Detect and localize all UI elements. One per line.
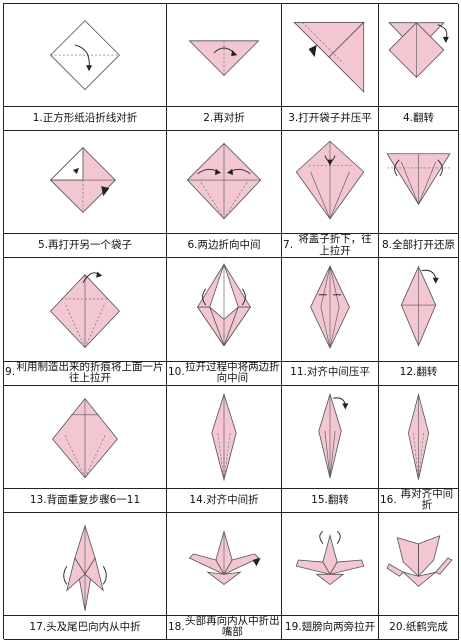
step-19-caption: 19. 翅膀向两旁拉开 <box>282 614 378 639</box>
step-2-caption: 2. 再对折 <box>167 106 281 130</box>
step-19-cell: 19. 翅膀向两旁拉开 <box>282 512 379 640</box>
step-8-caption: 8. 全部打开还原 <box>379 233 458 257</box>
step-20-caption: 20. 纸鹤完成 <box>379 614 458 639</box>
step-10-illustration <box>167 258 281 360</box>
step-1-cell: 1. 正方形纸沿折线对折 <box>4 4 167 132</box>
step-8-illustration <box>379 131 458 233</box>
step-3-caption: 3. 打开袋子并压平 <box>282 106 378 130</box>
instruction-grid: 1. 正方形纸沿折线对折 2. 再对折 3. 打开袋子并压平 4 . 翻转 5 … <box>3 3 459 640</box>
step-10-cell: 10. 拉开过程中将两边折向中间 <box>167 258 282 386</box>
step-18-cell: 18. 头部再向内从中折出嘴部 <box>167 512 282 640</box>
step-20-cell: 20. 纸鹤完成 <box>379 512 459 640</box>
step-8-cell: 8. 全部打开还原 <box>379 131 459 259</box>
step-16-illustration <box>379 386 458 488</box>
step-17-cell: 17. 头及尾巴向内从中折 <box>4 512 167 640</box>
step-14-caption: 14. 对齐中间折 <box>167 487 281 512</box>
step-2-illustration <box>167 4 281 106</box>
step-4-illustration <box>379 4 458 106</box>
step-6-caption: 6. 两边折向中间 <box>167 233 281 257</box>
step-1-illustration <box>4 4 166 106</box>
step-6-illustration <box>167 131 281 233</box>
step-11-cell: 11. 对齐中间压平 <box>282 258 379 386</box>
step-7-illustration <box>282 131 378 233</box>
step-19-illustration <box>282 513 378 615</box>
step-15-illustration <box>282 386 378 488</box>
step-18-illustration <box>167 513 281 615</box>
step-7-caption: 7. 将盖子折下，往上拉开 <box>282 233 378 257</box>
step-16-cell: 16. 再对齐中间折 <box>379 385 459 513</box>
step-10-caption: 10. 拉开过程中将两边折向中间 <box>167 360 281 385</box>
step-7-cell: 7. 将盖子折下，往上拉开 <box>282 131 379 259</box>
step-9-caption: 9. 利用制造出来的折痕将上面一片往上拉开 <box>4 360 166 385</box>
step-11-caption: 11. 对齐中间压平 <box>282 360 378 385</box>
step-4-caption: 4. 翻转 <box>379 106 458 130</box>
step-20-illustration <box>379 513 458 615</box>
step-16-caption: 16. 再对齐中间折 <box>379 487 458 512</box>
step-5-cell: 5. 再打开另一个袋子 <box>4 131 167 259</box>
step-5-caption: 5. 再打开另一个袋子 <box>4 233 166 257</box>
step-4-cell: 4. 翻转 <box>379 4 459 132</box>
step-15-cell: 15. 翻转 <box>282 385 379 513</box>
step-17-illustration <box>4 513 166 615</box>
step-5-illustration <box>4 131 166 233</box>
step-12-cell: 12. 翻转 <box>379 258 459 386</box>
step-13-illustration <box>4 386 166 488</box>
step-9-illustration <box>4 258 166 360</box>
step-15-caption: 15. 翻转 <box>282 487 378 512</box>
step-14-cell: 14. 对齐中间折 <box>167 385 282 513</box>
step-12-illustration <box>379 258 458 360</box>
step-3-cell: 3. 打开袋子并压平 <box>282 4 379 132</box>
step-18-caption: 18. 头部再向内从中折出嘴部 <box>167 614 281 639</box>
step-1-caption: 1. 正方形纸沿折线对折 <box>4 106 166 130</box>
step-17-caption: 17. 头及尾巴向内从中折 <box>4 614 166 639</box>
step-6-cell: 6. 两边折向中间 <box>167 131 282 259</box>
step-11-illustration <box>282 258 378 360</box>
step-12-caption: 12. 翻转 <box>379 360 458 385</box>
step-13-caption: 13. 背面重复步骤6一11 <box>4 487 166 512</box>
step-3-illustration <box>282 4 378 106</box>
step-13-cell: 13. 背面重复步骤6一11 <box>4 385 167 513</box>
step-9-cell: 9. 利用制造出来的折痕将上面一片往上拉开 <box>4 258 167 386</box>
step-14-illustration <box>167 386 281 488</box>
step-2-cell: 2. 再对折 <box>167 4 282 132</box>
